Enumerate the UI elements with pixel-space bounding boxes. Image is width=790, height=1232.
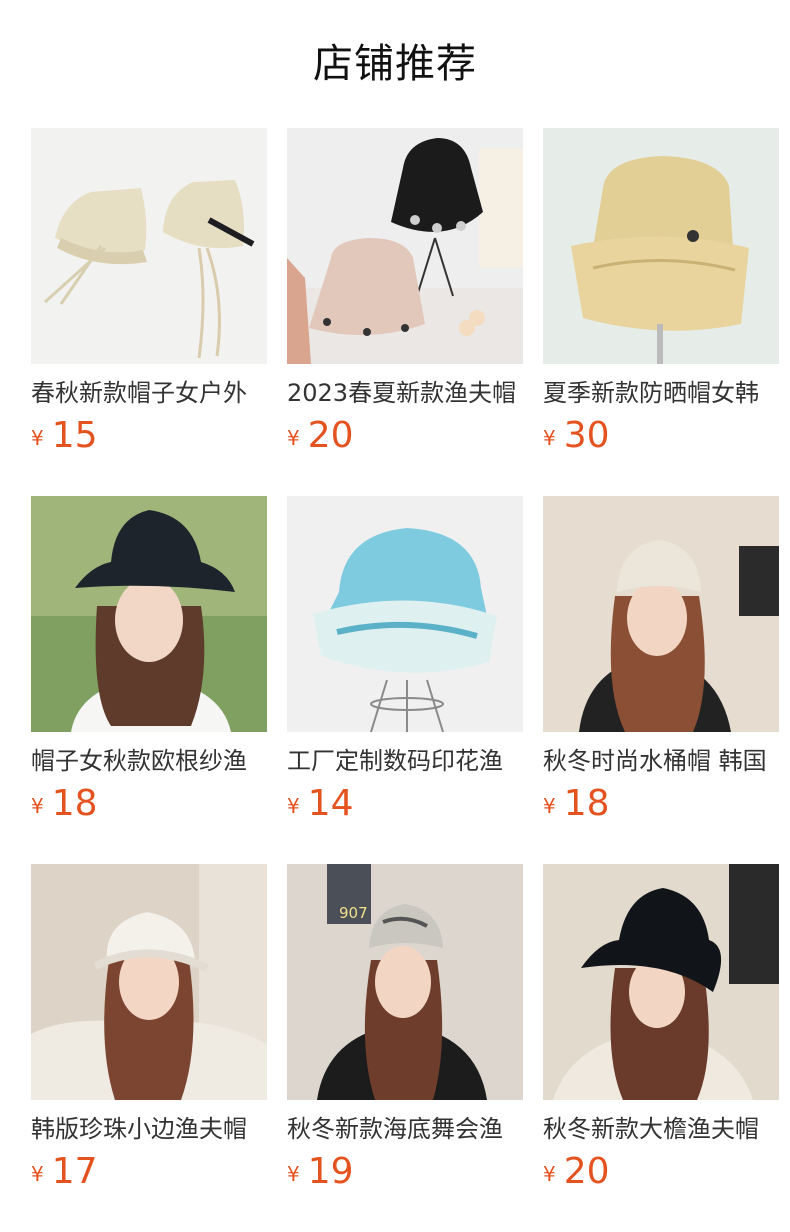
product-grid: 春秋新款帽子女户外 ¥15 2023春夏新款渔夫帽 ¥ 20 夏季新款防晒帽女韩… — [31, 128, 779, 1232]
product-price: ¥18 — [31, 784, 98, 824]
product-image[interactable] — [31, 496, 267, 732]
product-card[interactable]: 秋冬新款大檐渔夫帽 ¥20 — [543, 864, 779, 1232]
product-price: ¥30 — [543, 416, 610, 456]
product-name[interactable]: 工厂定制数码印花渔 — [287, 744, 523, 778]
currency-symbol: ¥ — [31, 794, 44, 818]
model-white-pearl-hat-photo-icon — [31, 864, 267, 1100]
product-image[interactable] — [543, 864, 779, 1100]
product-card[interactable]: 工厂定制数码印花渔 ¥14 — [287, 496, 523, 864]
product-image[interactable] — [287, 496, 523, 732]
product-name[interactable]: 秋冬时尚水桶帽 韩国 — [543, 744, 779, 778]
product-price: ¥18 — [543, 784, 610, 824]
product-image[interactable] — [543, 128, 779, 364]
product-name[interactable]: 韩版珍珠小边渔夫帽 — [31, 1112, 267, 1146]
photo-sign-number: 907 — [339, 904, 368, 922]
product-card[interactable]: 韩版珍珠小边渔夫帽 ¥17 — [31, 864, 267, 1232]
product-card[interactable]: 春秋新款帽子女户外 ¥15 — [31, 128, 267, 496]
currency-symbol: ¥ — [31, 426, 44, 450]
product-image[interactable] — [287, 128, 523, 364]
price-value: 19 — [307, 1151, 354, 1192]
currency-symbol: ¥ — [543, 426, 556, 450]
product-image[interactable] — [543, 496, 779, 732]
product-image[interactable] — [31, 864, 267, 1100]
model-printed-bucket-hat-photo-icon: 907 — [287, 864, 523, 1100]
currency-symbol: ¥ — [543, 1162, 556, 1186]
model-cream-bucket-hat-photo-icon — [543, 496, 779, 732]
product-card[interactable]: 2023春夏新款渔夫帽 ¥20 — [287, 128, 523, 496]
store-recommendations-page: 店铺推荐 春秋新款帽子女户外 ¥15 2023春夏新款渔夫帽 ¥ 20 夏季新款… — [0, 0, 790, 1232]
price-value: 15 — [51, 415, 98, 456]
price-value: 20 — [563, 1151, 610, 1192]
product-name[interactable]: 2023春夏新款渔夫帽 — [287, 376, 523, 410]
product-card[interactable]: 秋冬时尚水桶帽 韩国 ¥18 — [543, 496, 779, 864]
product-name[interactable]: 帽子女秋款欧根纱渔 — [31, 744, 267, 778]
product-name[interactable]: 夏季新款防晒帽女韩 — [543, 376, 779, 410]
product-price: ¥19 — [287, 1152, 354, 1192]
product-price: ¥20 — [543, 1152, 610, 1192]
price-value: 17 — [51, 1151, 98, 1192]
product-name[interactable]: 秋冬新款大檐渔夫帽 — [543, 1112, 779, 1146]
price-value: 14 — [307, 783, 354, 824]
product-card[interactable]: 907 秋冬新款海底舞会渔 ¥19 — [287, 864, 523, 1232]
product-card[interactable]: 夏季新款防晒帽女韩 ¥30 — [543, 128, 779, 496]
product-image[interactable]: 907 — [287, 864, 523, 1100]
product-image[interactable] — [31, 128, 267, 364]
product-price: ¥17 — [31, 1152, 98, 1192]
currency-symbol: ¥ — [287, 1162, 300, 1186]
product-name[interactable]: 春秋新款帽子女户外 — [31, 376, 267, 410]
product-price: ¥14 — [287, 784, 354, 824]
model-black-organza-hat-photo-icon — [31, 496, 267, 732]
currency-symbol: ¥ — [287, 794, 300, 818]
product-price: ¥20 — [287, 416, 354, 456]
currency-symbol: ¥ — [543, 794, 556, 818]
beige-bucket-hat-photo-icon — [31, 128, 267, 364]
product-name[interactable]: 秋冬新款海底舞会渔 — [287, 1112, 523, 1146]
page-title: 店铺推荐 — [313, 41, 477, 87]
model-black-fringe-hat-photo-icon — [543, 864, 779, 1100]
black-and-pink-bucket-hats-photo-icon — [287, 128, 523, 364]
price-value: 18 — [51, 783, 98, 824]
currency-symbol: ¥ — [31, 1162, 44, 1186]
straw-sun-hat-photo-icon — [543, 128, 779, 364]
product-card[interactable]: 帽子女秋款欧根纱渔 ¥18 — [31, 496, 267, 864]
currency-symbol: ¥ — [287, 426, 300, 450]
price-value: 20 — [307, 415, 354, 456]
price-value: 18 — [563, 783, 610, 824]
blue-printed-bucket-hat-photo-icon — [287, 496, 523, 732]
product-price: ¥15 — [31, 416, 98, 456]
price-value: 30 — [563, 415, 610, 456]
